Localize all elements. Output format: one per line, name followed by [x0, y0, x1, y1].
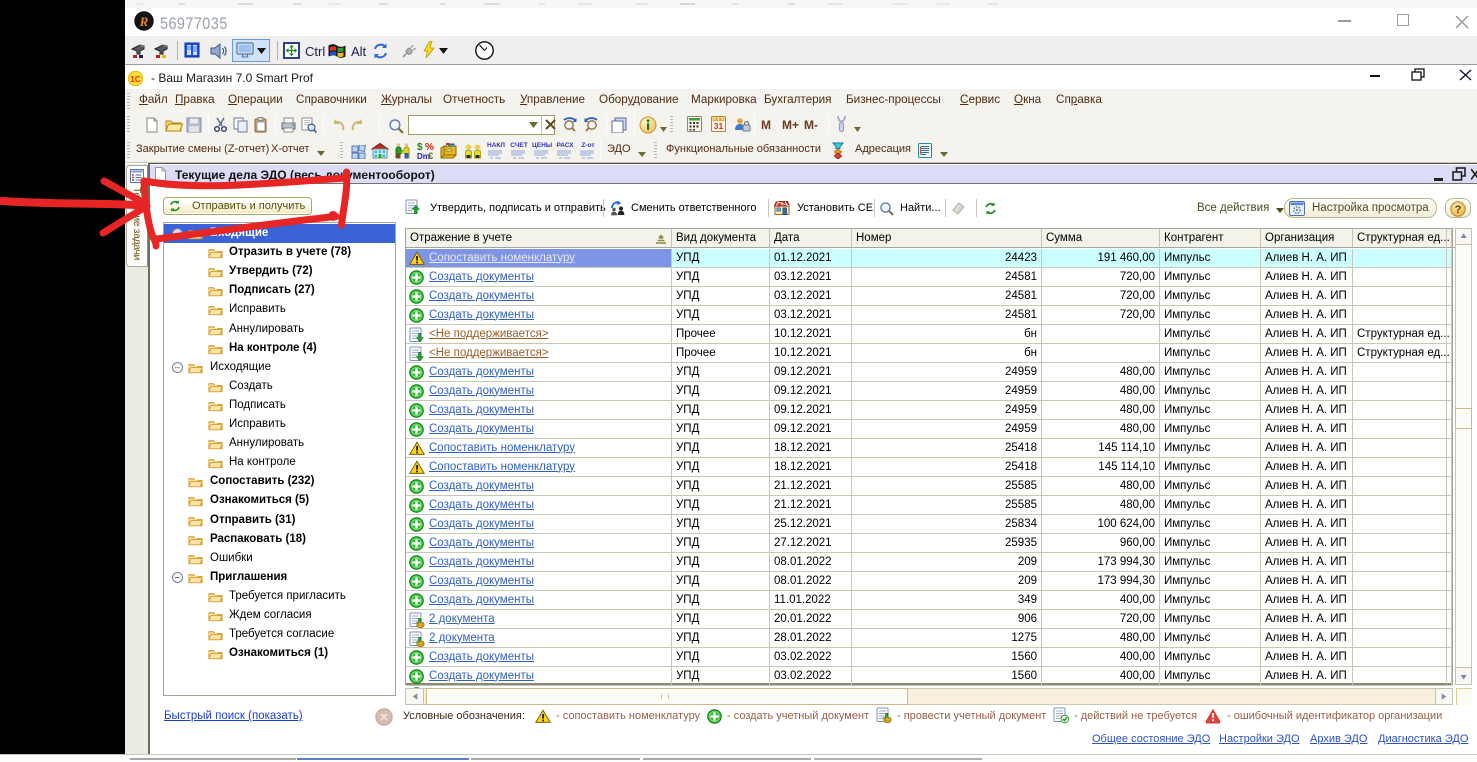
svg-text:?: ?: [1455, 204, 1462, 216]
svg-text:R: R: [139, 14, 149, 29]
svg-text:1С: 1С: [130, 74, 141, 84]
svg-text:31: 31: [714, 121, 724, 131]
svg-text:€: €: [428, 151, 434, 159]
